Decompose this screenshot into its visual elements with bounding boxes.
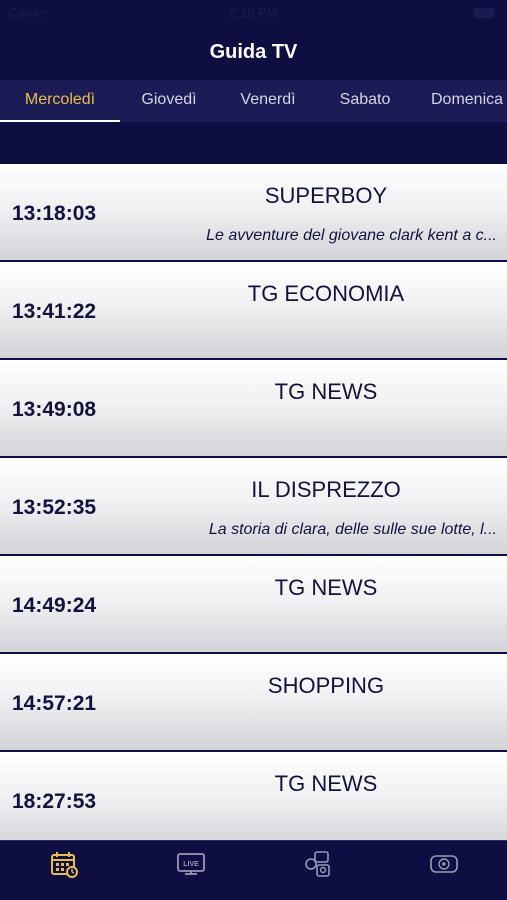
battery-icon bbox=[473, 8, 495, 18]
social-icon bbox=[305, 851, 330, 877]
program-title: SHOPPING bbox=[267, 673, 385, 698]
day-tabs: Mercoledì Giovedì Venerdì Sabato Domenic… bbox=[0, 80, 507, 122]
nav-live[interactable]: LIVE bbox=[171, 849, 211, 879]
program-title: TG NEWS bbox=[274, 379, 378, 404]
status-time: 2:18 PM bbox=[229, 5, 278, 20]
program-row[interactable]: 13:18:03 SUPERBOY Le avventure del giova… bbox=[0, 164, 507, 260]
spacer bbox=[0, 122, 507, 164]
program-row[interactable]: 13:52:35 IL DISPREZZO La storia di clara… bbox=[0, 458, 507, 554]
nav-guide[interactable] bbox=[44, 849, 84, 879]
program-time: 13:49:08 bbox=[12, 398, 97, 421]
program-time: 13:18:03 bbox=[12, 202, 97, 225]
program-row[interactable]: 13:49:08 TG NEWS bbox=[0, 360, 507, 456]
program-list: 13:18:03 SUPERBOY Le avventure del giova… bbox=[0, 164, 507, 840]
page-title: Guida TV bbox=[209, 40, 298, 63]
program-description: Le avventure del giovane clark kent a c.… bbox=[206, 227, 497, 244]
program-row[interactable]: 18:27:53 TG NEWS bbox=[0, 752, 507, 840]
program-time: 14:57:21 bbox=[12, 692, 97, 715]
svg-text:LIVE: LIVE bbox=[183, 861, 199, 868]
program-row[interactable]: 13:41:22 TG ECONOMIA bbox=[0, 262, 507, 358]
header: Guida TV bbox=[0, 26, 507, 78]
tab-venerdi[interactable]: Venerdì bbox=[218, 80, 318, 122]
tab-mercoledi[interactable]: Mercoledì bbox=[0, 80, 120, 122]
program-time: 18:27:53 bbox=[12, 790, 97, 813]
nav-video[interactable] bbox=[424, 849, 464, 879]
program-time: 13:52:35 bbox=[12, 496, 97, 519]
tab-sabato[interactable]: Sabato bbox=[318, 80, 412, 122]
program-description: La storia di clara, delle sulle sue lott… bbox=[208, 521, 497, 538]
tab-domenica[interactable]: Domenica bbox=[412, 80, 507, 122]
program-time: 14:49:24 bbox=[12, 594, 97, 617]
program-title: TG ECONOMIA bbox=[247, 281, 405, 306]
calendar-icon bbox=[51, 852, 78, 878]
program-row[interactable]: 14:49:24 TG NEWS bbox=[0, 556, 507, 652]
video-icon bbox=[430, 855, 458, 873]
nav-social[interactable] bbox=[298, 849, 338, 879]
program-title: TG NEWS bbox=[274, 575, 378, 600]
bottom-nav: LIVE bbox=[0, 840, 507, 900]
program-title: SUPERBOY bbox=[264, 183, 388, 208]
program-title: TG NEWS bbox=[274, 771, 378, 796]
status-bar: Carrier 2:18 PM bbox=[0, 0, 507, 26]
tab-giovedi[interactable]: Giovedì bbox=[120, 80, 218, 122]
program-time: 13:41:22 bbox=[12, 300, 97, 323]
live-tv-icon: LIVE bbox=[177, 853, 205, 875]
program-title: IL DISPREZZO bbox=[251, 477, 401, 502]
program-row[interactable]: 14:57:21 SHOPPING bbox=[0, 654, 507, 750]
